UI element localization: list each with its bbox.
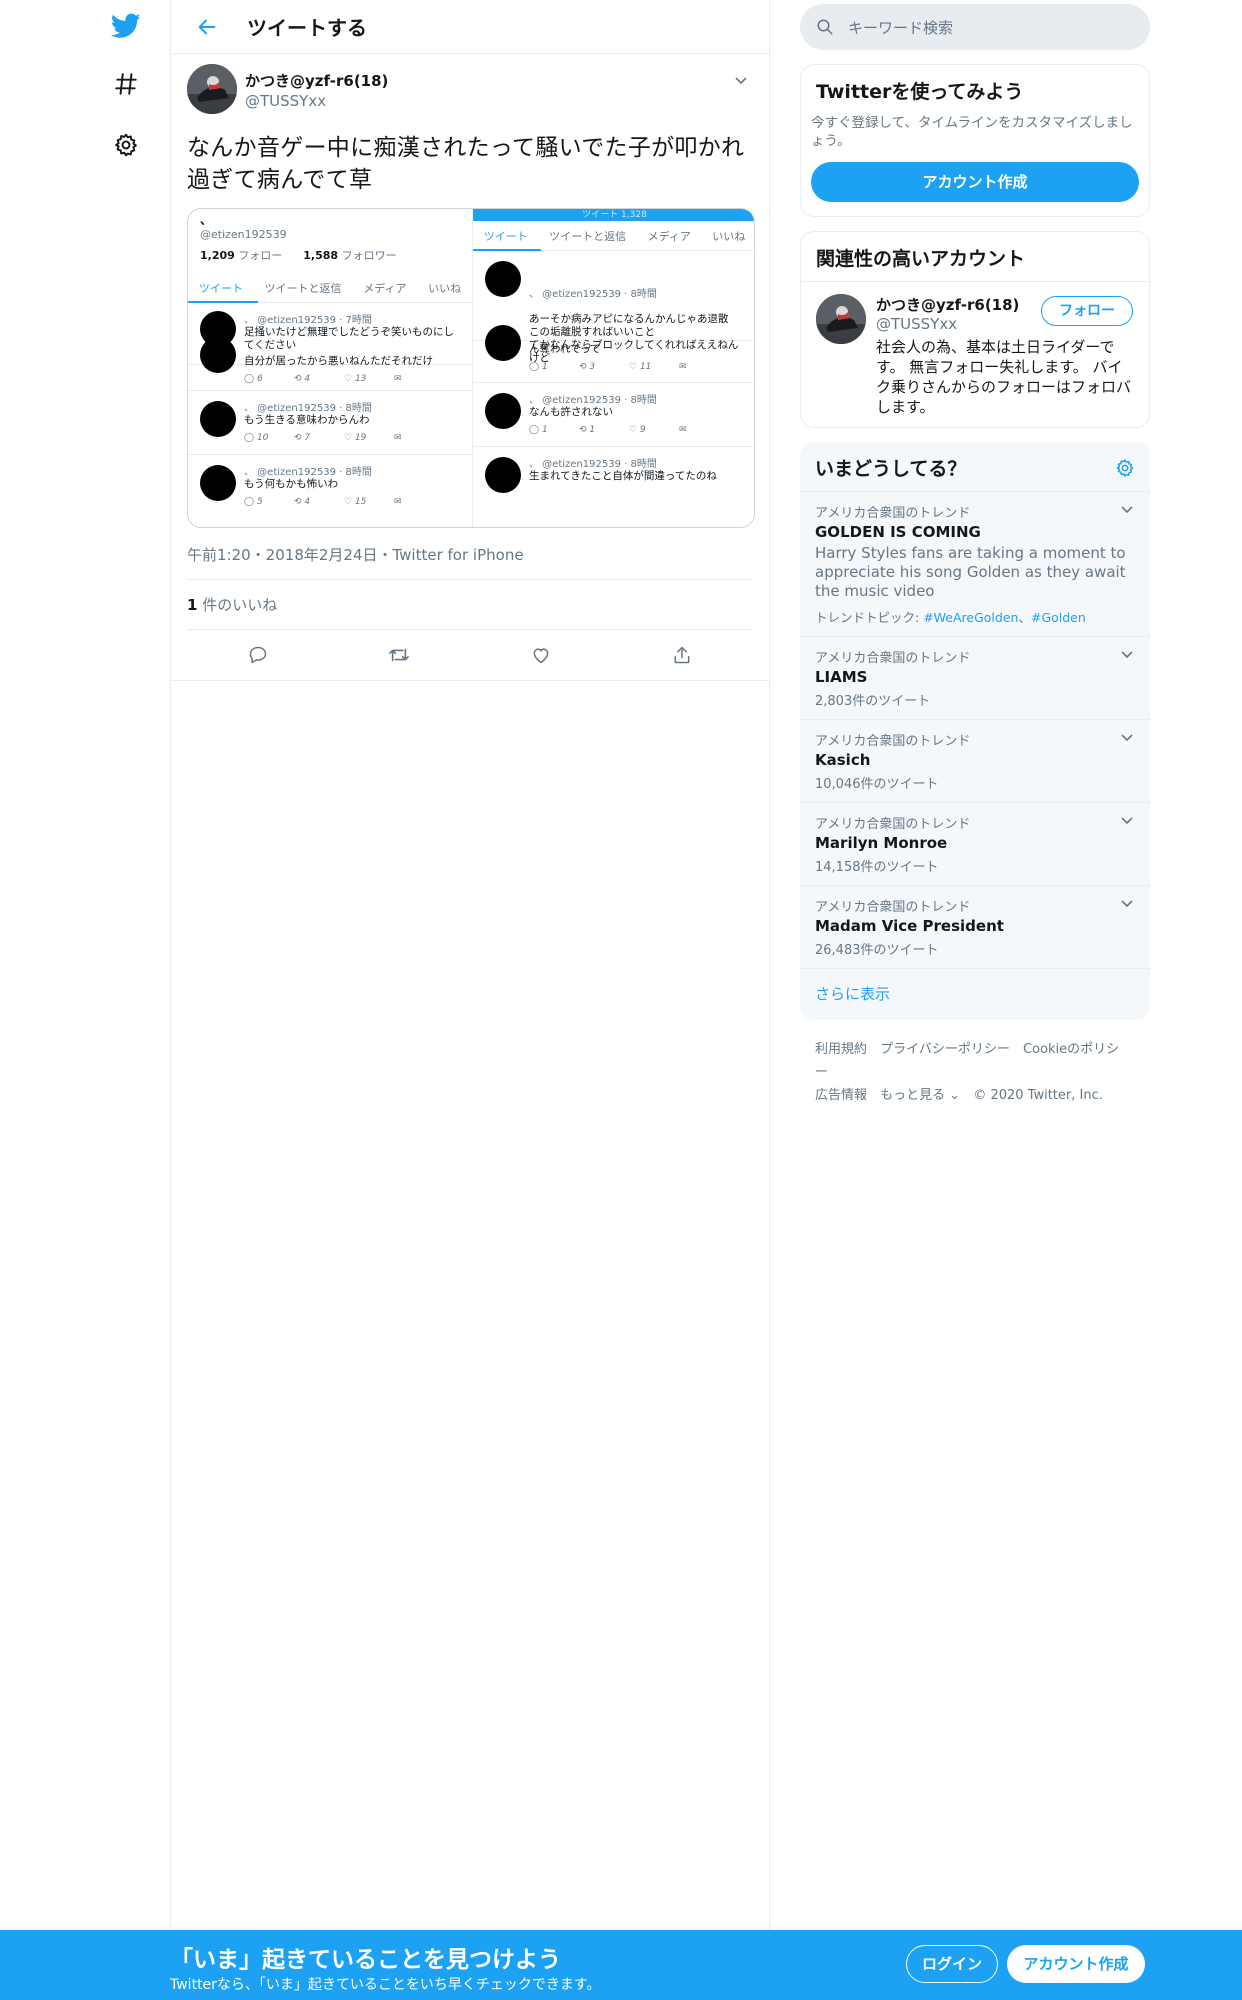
chevron-down-icon[interactable] (1120, 502, 1134, 516)
share-icon[interactable] (664, 637, 700, 673)
trend-item[interactable]: アメリカ合衆国のトレンド GOLDEN IS COMING Harry Styl… (800, 492, 1150, 637)
related-account[interactable]: かつき@yzf-r6(18) @TUSSYxx 社会人の為、基本は土日ライダーで… (801, 281, 1149, 427)
bottom-signup-bar: 「いま」起きていることを見つけよう Twitterなら、「いま」起きていることを… (0, 1930, 1242, 2000)
list-item: 自分が居ったから悪いねんただそれだけ ◯ 6 ⟲ 4 ♡ 13 ✉ (188, 337, 472, 391)
media-strip: ツイート 1,328 (473, 209, 754, 221)
list-item: 、 @etizen192539 · 8時間 もう何もかも怖いわ ◯ 5 ⟲ 4 ♡ … (188, 455, 472, 515)
page: ツイートする かつき@yzf-r6(18) @TUSSYxx なんか音ゲー中に痴… (0, 0, 1242, 2000)
author-handle[interactable]: @TUSSYxx (245, 92, 388, 110)
tweet-media[interactable]: 、 @etizen192539 1,209 フォロー 1,588 フォロワー ツ… (187, 208, 755, 528)
footer-link-terms[interactable]: 利用規約 (815, 1042, 867, 1057)
list-item: 、 @etizen192539 · 8時間 もう生きる意味わからんわ ◯ 10 ⟲… (188, 391, 472, 455)
gear-icon[interactable] (1115, 458, 1135, 478)
media-tabs: ツイート ツイートと返信 メディア いいね (473, 221, 754, 251)
trend-context: アメリカ合衆国のトレンド (815, 734, 971, 749)
page-title: ツイートする (247, 16, 367, 40)
trend-topic-link[interactable]: #Golden (1031, 610, 1086, 625)
trend-item[interactable]: アメリカ合衆国のトレンド Marilyn Monroe 14,158件のツイート (800, 803, 1150, 886)
trend-item[interactable]: アメリカ合衆国のトレンド LIAMS 2,803件のツイート (800, 637, 1150, 720)
trend-topic-link[interactable]: #WeAreGolden (923, 610, 1018, 625)
gear-icon[interactable] (108, 127, 144, 163)
list-item: 、 @etizen192539 · 8時間 あーそか病みアピになるんかんじゃあ退… (473, 251, 754, 364)
media-image-right[interactable]: ツイート 1,328 ツイート ツイートと返信 メディア いいね 、 @etiz… (472, 209, 754, 527)
tweet-timestamp[interactable]: 午前1:20・2018年2月24日・Twitter for iPhone (187, 544, 753, 580)
trend-context: アメリカ合衆国のトレンド (815, 900, 971, 915)
search-placeholder: キーワード検索 (848, 18, 954, 37)
back-arrow-icon[interactable] (189, 9, 225, 45)
tweet: かつき@yzf-r6(18) @TUSSYxx なんか音ゲー中に痴漢されたって騒… (171, 54, 769, 681)
footer-links: 利用規約 プライバシーポリシー Cookieのポリシー 広告情報 もっと見る ⌄… (800, 1038, 1150, 1107)
related-title: 関連性の高いアカウント (816, 248, 1026, 270)
chevron-down-icon[interactable] (1120, 896, 1134, 910)
bottom-bar-subtitle: Twitterなら、「いま」起きていることをいち早くチェックできます。 (170, 1977, 601, 1993)
main-header: ツイートする (171, 0, 769, 54)
tweet-actions (187, 630, 753, 680)
retweet-icon[interactable] (381, 637, 417, 673)
trend-name: GOLDEN IS COMING (815, 523, 981, 541)
bottom-bar-title: 「いま」起きていることを見つけよう (170, 1947, 561, 1973)
list-item: 、 @etizen192539 · 8時間 生まれてきたこと自体が間違ってたのね (473, 447, 754, 507)
media-profile-stats: 1,209 フォロー 1,588 フォロワー (200, 249, 397, 262)
login-button[interactable]: ログイン (906, 1945, 998, 1983)
signup-card: Twitterを使ってみよう 今すぐ登録して、タイムラインをカスタマイズしましょ… (800, 64, 1150, 217)
avatar[interactable] (187, 64, 237, 114)
trend-count: 26,483件のツイート (815, 943, 939, 958)
trend-context: アメリカ合衆国のトレンド (815, 817, 971, 832)
trend-count: 14,158件のツイート (815, 860, 939, 875)
signup-button[interactable]: アカウント作成 (811, 162, 1139, 202)
chevron-down-icon[interactable] (1120, 647, 1134, 661)
follow-button[interactable]: フォロー (1041, 296, 1133, 326)
trend-context: アメリカ合衆国のトレンド (815, 506, 971, 521)
footer-link-privacy[interactable]: プライバシーポリシー (880, 1042, 1010, 1057)
hashtag-icon[interactable] (108, 66, 144, 102)
trend-count: 10,046件のツイート (815, 777, 939, 792)
likes-count[interactable]: 1 件のいいね (187, 580, 753, 630)
trends-title: いまどうしてる？ (815, 458, 967, 480)
show-more-link[interactable]: さらに表示 (800, 969, 1150, 1020)
search-input[interactable]: キーワード検索 (800, 4, 1150, 50)
chevron-down-icon[interactable] (1120, 813, 1134, 827)
main-column: ツイートする かつき@yzf-r6(18) @TUSSYxx なんか音ゲー中に痴… (170, 0, 770, 2000)
avatar[interactable] (816, 294, 866, 344)
trend-name: Marilyn Monroe (815, 834, 948, 852)
media-image-left[interactable]: 、 @etizen192539 1,209 フォロー 1,588 フォロワー ツ… (188, 209, 472, 527)
bottom-signup-button[interactable]: アカウント作成 (1007, 1945, 1145, 1983)
author-name[interactable]: かつき@yzf-r6(18) (245, 70, 388, 91)
reply-icon[interactable] (240, 637, 276, 673)
twitter-logo-icon[interactable] (108, 8, 144, 44)
trends-card: いまどうしてる？ アメリカ合衆国のトレンド GOLDEN IS COMING H… (800, 442, 1150, 1020)
footer-link-ads[interactable]: 広告情報 (815, 1088, 867, 1103)
trend-item[interactable]: アメリカ合衆国のトレンド Kasich 10,046件のツイート (800, 720, 1150, 803)
trend-name: LIAMS (815, 668, 868, 686)
media-profile-handle: @etizen192539 (200, 228, 287, 241)
trend-count: 2,803件のツイート (815, 694, 931, 709)
footer-link-more[interactable]: もっと見る ⌄ (880, 1088, 960, 1103)
left-nav (0, 0, 170, 2000)
trend-name: Madam Vice President (815, 917, 1004, 935)
trend-desc: Harry Styles fans are taking a moment to… (815, 544, 1126, 600)
search-icon (817, 19, 833, 35)
list-item: 、 @etizen192539 · 8時間 なんも許されない ◯ 1 ⟲ 1 ♡ 9… (473, 383, 754, 447)
related-accounts-card: 関連性の高いアカウント かつき@yzf-r6(18) @TUSSYxx 社会人の… (800, 231, 1150, 428)
signup-desc: 今すぐ登録して、タイムラインをカスタマイズしましょう。 (811, 115, 1133, 149)
chevron-down-icon[interactable] (1120, 730, 1134, 744)
trend-item[interactable]: アメリカ合衆国のトレンド Madam Vice President 26,483… (800, 886, 1150, 969)
list-item: ん奪われてって ◯ 1 ⟲ 3 ♡ 11 ✉ (473, 325, 754, 383)
sidebar: キーワード検索 Twitterを使ってみよう 今すぐ登録して、タイムラインをカス… (800, 0, 1150, 1107)
media-tabs: ツイート ツイートと返信 メディア いいね (188, 273, 472, 303)
trend-topics: トレンドトピック: #WeAreGolden、#Golden (815, 610, 1086, 625)
signup-title: Twitterを使ってみよう (816, 81, 1024, 103)
trend-name: Kasich (815, 751, 871, 769)
media-profile-name: 、 (200, 213, 213, 227)
related-bio: 社会人の為、基本は土日ライダーです。 無言フォロー失礼します。 バイク乗りさんか… (876, 338, 1132, 416)
trend-context: アメリカ合衆国のトレンド (815, 651, 971, 666)
chevron-down-icon[interactable] (729, 68, 753, 92)
tweet-text: なんか音ゲー中に痴漢されたって騒いでた子が叩かれ過ぎて病んでて草 (187, 135, 745, 193)
footer-copyright: © 2020 Twitter, Inc. (973, 1088, 1103, 1103)
heart-icon[interactable] (523, 637, 559, 673)
